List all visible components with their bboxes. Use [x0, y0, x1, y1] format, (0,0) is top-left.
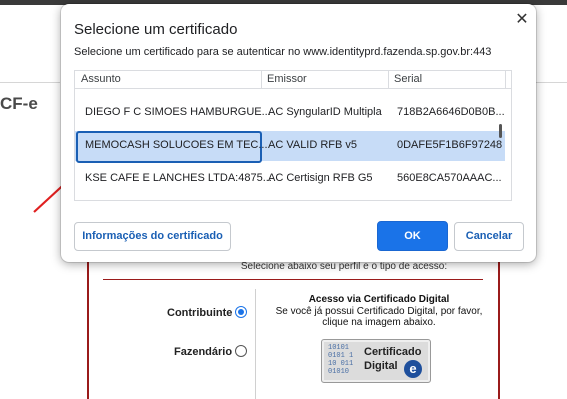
cell-serial: 560E8CA570AAAC... — [397, 172, 502, 184]
e-logo-icon: e — [404, 360, 422, 378]
cert-image-word-2: Digital — [364, 360, 398, 372]
cell-issuer: AC Certisign RFB G5 — [268, 172, 373, 184]
scrollbar-track[interactable] — [505, 89, 511, 200]
header-divider — [0, 82, 60, 83]
panel-divider — [103, 279, 483, 280]
ok-button[interactable]: OK — [377, 221, 448, 251]
cell-issuer: AC VALID RFB v5 — [268, 139, 358, 151]
column-divider[interactable] — [388, 71, 389, 88]
certificate-dialog: Selecione um certificado ✕ Selecione um … — [61, 4, 536, 262]
cell-serial: 0DAFE5F1B6F97248 — [397, 139, 503, 151]
cell-subject: MEMOCASH SOLUCOES EM TEC... — [85, 139, 268, 151]
radio-contribuinte[interactable] — [235, 306, 247, 318]
cell-subject: KSE CAFE E LANCHES LTDA:4875... — [85, 172, 272, 184]
table-row[interactable]: KSE CAFE E LANCHES LTDA:4875... AC Certi… — [75, 164, 505, 194]
column-header-subject[interactable]: Assunto — [81, 73, 121, 85]
column-divider[interactable] — [505, 71, 506, 88]
cert-image-word-1: Certificado — [364, 346, 422, 358]
header-divider-right — [536, 82, 567, 83]
access-text-line-2: clique na imagem abaixo. — [322, 317, 436, 328]
access-text: Se você já possui Certificado Digital, p… — [259, 306, 499, 328]
binary-pattern-decoration: 10101 0101 1 10 011 01010 — [328, 344, 354, 376]
brand-fragment: CF-e — [0, 94, 38, 113]
certificate-table: Assunto Emissor Serial DIEGO F C SIMOES … — [74, 70, 512, 201]
option-fazendario-label: Fazendário — [174, 346, 233, 358]
access-text-line-1: Se você já possui Certificado Digital, p… — [275, 306, 483, 317]
cell-issuer: AC SyngularID Multipla — [268, 106, 382, 118]
login-panel: Selecione abaixo seu perfil e o tipo de … — [87, 257, 500, 399]
cancel-button[interactable]: Cancelar — [454, 222, 524, 251]
table-header: Assunto Emissor Serial — [75, 71, 511, 89]
access-title: Acesso via Certificado Digital — [308, 294, 450, 305]
table-row-selected[interactable]: MEMOCASH SOLUCOES EM TEC... AC VALID RFB… — [75, 131, 505, 163]
certificate-info-button[interactable]: Informações do certificado — [74, 222, 231, 251]
column-divider[interactable] — [261, 71, 262, 88]
panel-instruction: Selecione abaixo seu perfil e o tipo de … — [240, 261, 448, 272]
radio-fazendario[interactable] — [235, 345, 247, 357]
close-icon[interactable]: ✕ — [512, 10, 532, 30]
table-row[interactable]: DIEGO F C SIMOES HAMBURGUE... AC Syngula… — [75, 98, 505, 128]
cell-serial: 718B2A6646D0B0B... — [397, 106, 505, 118]
scrollbar-thumb[interactable] — [499, 124, 502, 138]
option-contribuinte-label: Contribuinte — [167, 307, 233, 319]
cell-subject: DIEGO F C SIMOES HAMBURGUE... — [85, 106, 271, 118]
dialog-title: Selecione um certificado — [74, 21, 238, 38]
column-header-serial[interactable]: Serial — [394, 73, 422, 85]
digital-certificate-image-button[interactable]: 10101 0101 1 10 011 01010 Certificado Digit… — [321, 339, 431, 383]
dialog-subtitle: Selecione um certificado para se autenti… — [74, 46, 492, 58]
column-header-issuer[interactable]: Emissor — [267, 73, 307, 85]
